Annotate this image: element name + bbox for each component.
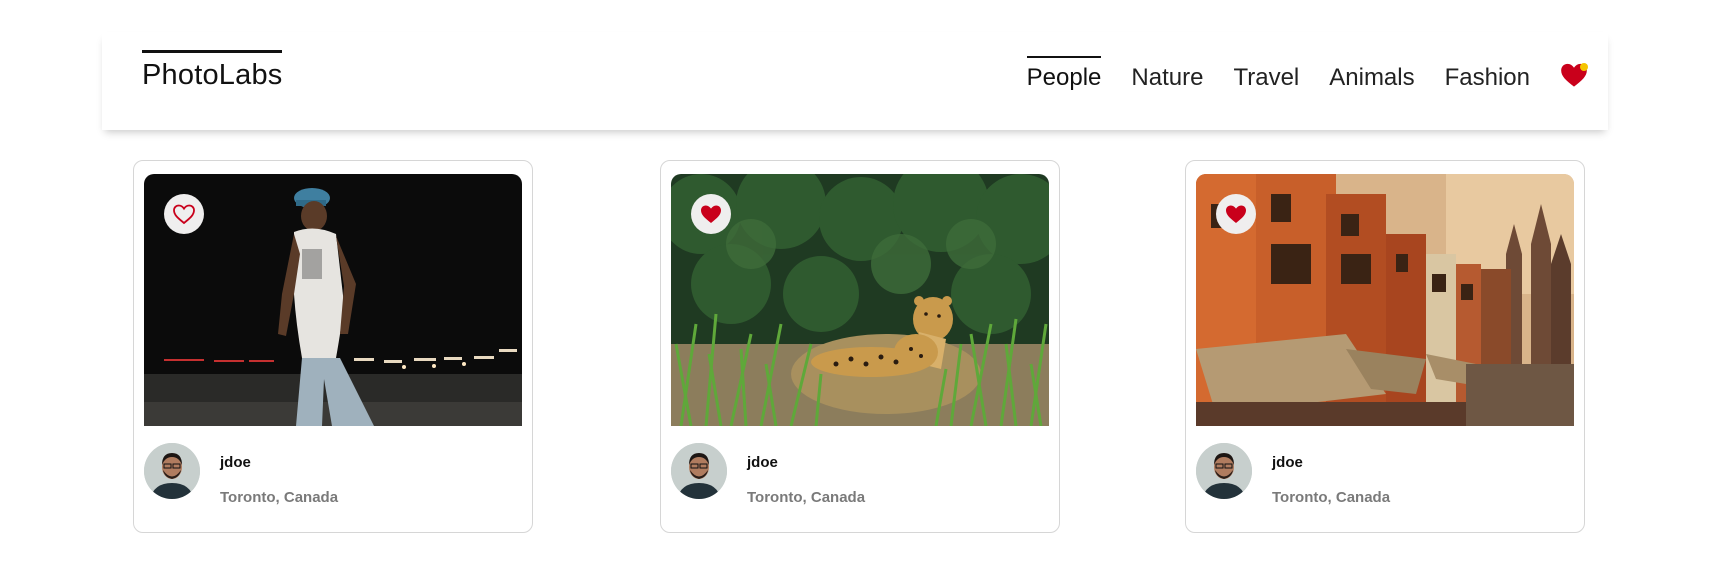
- photo-user-info: jdoe Toronto, Canada: [144, 443, 522, 506]
- user-avatar[interactable]: [671, 443, 727, 499]
- avatar-portrait: [1196, 443, 1252, 499]
- like-button[interactable]: [691, 194, 731, 234]
- user-location: Toronto, Canada: [1272, 489, 1391, 506]
- username: jdoe: [1272, 454, 1303, 471]
- heart-outline-icon: [173, 204, 195, 225]
- photo-card[interactable]: jdoe Toronto, Canada: [133, 160, 533, 533]
- user-location: Toronto, Canada: [747, 489, 866, 506]
- username: jdoe: [747, 454, 778, 471]
- like-button[interactable]: [1216, 194, 1256, 234]
- photo-image[interactable]: [144, 174, 522, 426]
- photo-user-info: jdoe Toronto, Canada: [671, 443, 1049, 506]
- heart-filled-icon: [701, 205, 721, 223]
- username: jdoe: [220, 454, 251, 471]
- user-location: Toronto, Canada: [220, 489, 339, 506]
- photo-card[interactable]: jdoe Toronto, Canada: [1185, 160, 1585, 533]
- avatar-portrait: [671, 443, 727, 499]
- like-button[interactable]: [164, 194, 204, 234]
- photo-user-info: jdoe Toronto, Canada: [1196, 443, 1574, 506]
- photo-image[interactable]: [1196, 174, 1574, 426]
- heart-filled-icon: [1226, 205, 1246, 223]
- photo-list: jdoe Toronto, Canada jdoe Toronto, Canad…: [0, 0, 1732, 562]
- user-avatar[interactable]: [1196, 443, 1252, 499]
- photo-card[interactable]: jdoe Toronto, Canada: [660, 160, 1060, 533]
- avatar-portrait: [144, 443, 200, 499]
- user-avatar[interactable]: [144, 443, 200, 499]
- photo-image[interactable]: [671, 174, 1049, 426]
